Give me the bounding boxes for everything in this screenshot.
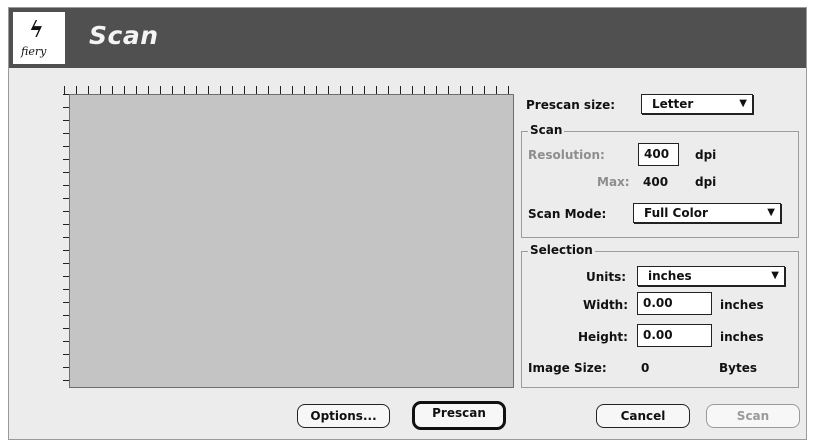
prescan-size-dropdown[interactable]: Letter ▼	[641, 94, 753, 114]
max-label: Max:	[597, 175, 630, 189]
height-label: Height:	[578, 330, 628, 344]
cancel-button[interactable]: Cancel	[596, 404, 690, 428]
max-value: 400	[643, 175, 669, 189]
scan-mode-dropdown[interactable]: Full Color ▼	[633, 203, 781, 223]
options-button[interactable]: Options...	[297, 404, 390, 428]
scan-mode-label: Scan Mode:	[528, 207, 607, 221]
height-unit: inches	[720, 330, 764, 344]
fiery-logo: ϟ fiery	[13, 12, 65, 64]
resolution-unit: dpi	[695, 148, 717, 162]
image-size-unit: Bytes	[719, 361, 757, 375]
resolution-label: Resolution:	[528, 148, 605, 162]
max-unit: dpi	[695, 175, 717, 189]
title-bar: ϟ fiery Scan	[9, 8, 806, 68]
units-label: Units:	[586, 270, 627, 284]
prescan-button[interactable]: Prescan	[412, 401, 506, 430]
scan-group-title: Scan	[528, 123, 565, 137]
selection-group-title: Selection	[528, 243, 595, 257]
chevron-down-icon: ▼	[739, 98, 747, 109]
scan-dialog: ϟ fiery Scan Prescan size: Letter ▼ Scan…	[8, 7, 807, 440]
units-dropdown[interactable]: inches ▼	[637, 266, 785, 286]
height-field[interactable]: 0.00	[637, 324, 712, 347]
prescan-size-label: Prescan size:	[526, 98, 616, 112]
width-field[interactable]: 0.00	[637, 292, 712, 315]
units-value: inches	[648, 269, 692, 283]
lightning-bolt-icon: ϟ	[29, 17, 44, 43]
chevron-down-icon: ▼	[771, 270, 779, 281]
scan-preview-area[interactable]	[69, 94, 514, 388]
resolution-field[interactable]: 400	[638, 143, 679, 166]
window-title: Scan	[89, 21, 159, 50]
scan-button[interactable]: Scan	[706, 404, 800, 428]
chevron-down-icon: ▼	[767, 207, 775, 218]
width-label: Width:	[583, 298, 629, 312]
image-size-label: Image Size:	[528, 361, 607, 375]
width-unit: inches	[720, 298, 764, 312]
prescan-size-value: Letter	[652, 97, 694, 111]
logo-wordmark: fiery	[21, 45, 47, 58]
scan-mode-value: Full Color	[644, 206, 708, 220]
image-size-value: 0	[641, 361, 650, 375]
